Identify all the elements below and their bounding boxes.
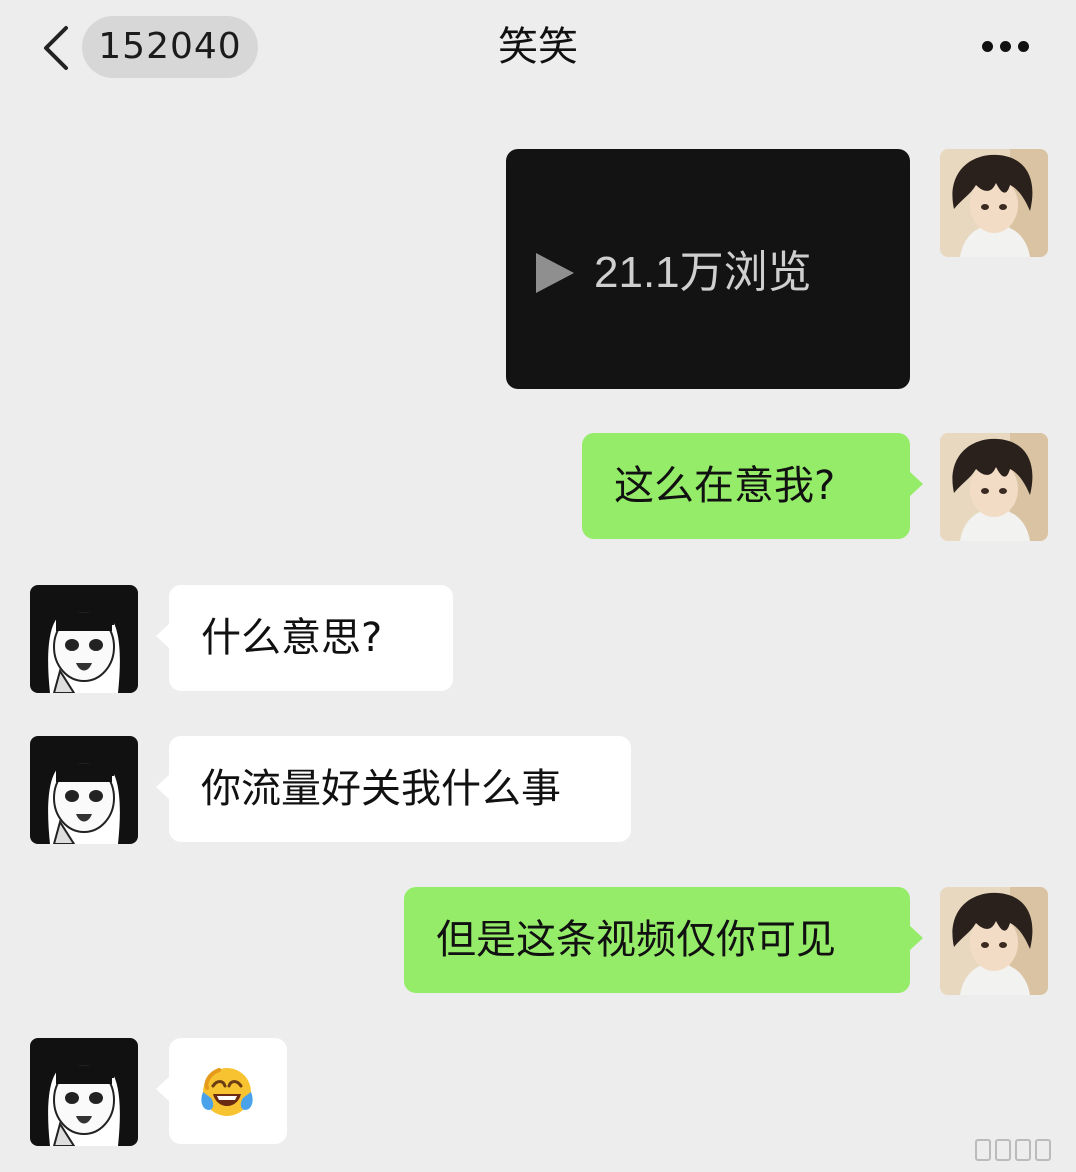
message-text: 什么意思?	[201, 615, 383, 661]
avatar-me[interactable]	[940, 149, 1048, 257]
message-bubble-incoming[interactable]: 你流量好关我什么事	[156, 736, 631, 842]
avatar-contact[interactable]	[30, 585, 138, 693]
avatar-me[interactable]	[940, 433, 1048, 541]
message-bubble-outgoing[interactable]: 这么在意我?	[582, 433, 923, 539]
watermark-logo	[975, 1139, 1051, 1161]
face-with-tears-of-joy-icon	[201, 1068, 253, 1116]
avatar-me[interactable]	[940, 887, 1048, 995]
message-text: 这么在意我?	[614, 463, 836, 509]
avatar-contact[interactable]	[30, 736, 138, 844]
video-view-count: 21.1万浏览	[594, 248, 812, 297]
play-icon	[536, 253, 574, 293]
avatar-contact[interactable]	[30, 1038, 138, 1146]
message-bubble-incoming[interactable]: 什么意思?	[156, 585, 453, 691]
chat-title: 笑笑	[498, 24, 578, 70]
unread-count-badge[interactable]: 152040	[82, 16, 258, 78]
more-dots-icon[interactable]	[978, 38, 1032, 58]
video-share-card[interactable]: 21.1万浏览	[506, 149, 910, 389]
message-bubble-outgoing[interactable]: 但是这条视频仅你可见	[404, 887, 923, 993]
chevron-left-icon[interactable]	[36, 22, 76, 74]
chat-header: 152040 笑笑	[0, 0, 1076, 96]
message-text: 你流量好关我什么事	[201, 766, 561, 812]
message-bubble-incoming[interactable]	[156, 1038, 287, 1144]
message-text: 但是这条视频仅你可见	[436, 917, 836, 963]
